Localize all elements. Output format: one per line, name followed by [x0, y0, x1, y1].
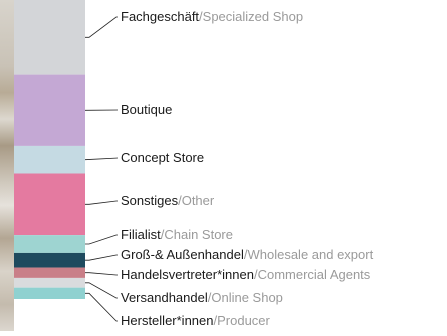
label-en: /Online Shop [208, 290, 283, 305]
bar-segment-4 [14, 235, 85, 253]
bar-segment-7 [14, 278, 85, 288]
chart-canvas: Fachgeschäft/Specialized Shop Boutique Con… [0, 0, 447, 331]
legend-label-2: Concept Store [121, 150, 204, 165]
stacked-bar-chart: Fachgeschäft/Specialized Shop Boutique Con… [0, 0, 447, 331]
label-de: Filialist [121, 227, 161, 242]
bar-segment-3 [14, 174, 85, 236]
label-de: Fachgeschäft [121, 9, 199, 24]
leader-line-8 [85, 293, 118, 321]
legend-label-0: Fachgeschäft/Specialized Shop [121, 9, 303, 24]
leader-line-0 [85, 17, 118, 37]
leader-line-5 [85, 255, 118, 260]
bar-segment-8 [14, 288, 85, 299]
bar-segment-6 [14, 268, 85, 278]
legend-label-7: Versandhandel/Online Shop [121, 290, 283, 305]
bar-segment-2 [14, 146, 85, 174]
bar-segment-5 [14, 253, 85, 268]
leader-line-3 [85, 201, 118, 204]
bar-segment-1 [14, 75, 85, 146]
label-en: /Producer [214, 313, 271, 328]
legend-label-1: Boutique [121, 102, 172, 117]
legend-label-3: Sonstiges/Other [121, 193, 215, 208]
leader-line-2 [85, 158, 118, 160]
bar-segment-0 [14, 0, 85, 75]
label-de: Groß-& Außenhandel [121, 247, 244, 262]
legend-label-8: Hersteller*innen/Producer [121, 313, 271, 328]
label-de: Versandhandel [121, 290, 208, 305]
label-de: Handelsvertreter*innen [121, 267, 254, 282]
legend-label-5: Groß-& Außenhandel/Wholesale and export [121, 247, 374, 262]
label-en: /Wholesale and export [244, 247, 374, 262]
label-en: /Commercial Agents [254, 267, 371, 282]
label-en: /Chain Store [161, 227, 233, 242]
label-de: Hersteller*innen [121, 313, 214, 328]
leader-line-7 [85, 283, 118, 298]
leader-line-6 [85, 273, 118, 275]
label-de: Boutique [121, 102, 172, 117]
label-en: /Other [178, 193, 215, 208]
legend-label-6: Handelsvertreter*innen/Commercial Agents [121, 267, 371, 282]
leader-line-4 [85, 235, 118, 244]
label-en: /Specialized Shop [199, 9, 303, 24]
label-de: Sonstiges [121, 193, 179, 208]
label-de: Concept Store [121, 150, 204, 165]
legend-label-4: Filialist/Chain Store [121, 227, 233, 242]
